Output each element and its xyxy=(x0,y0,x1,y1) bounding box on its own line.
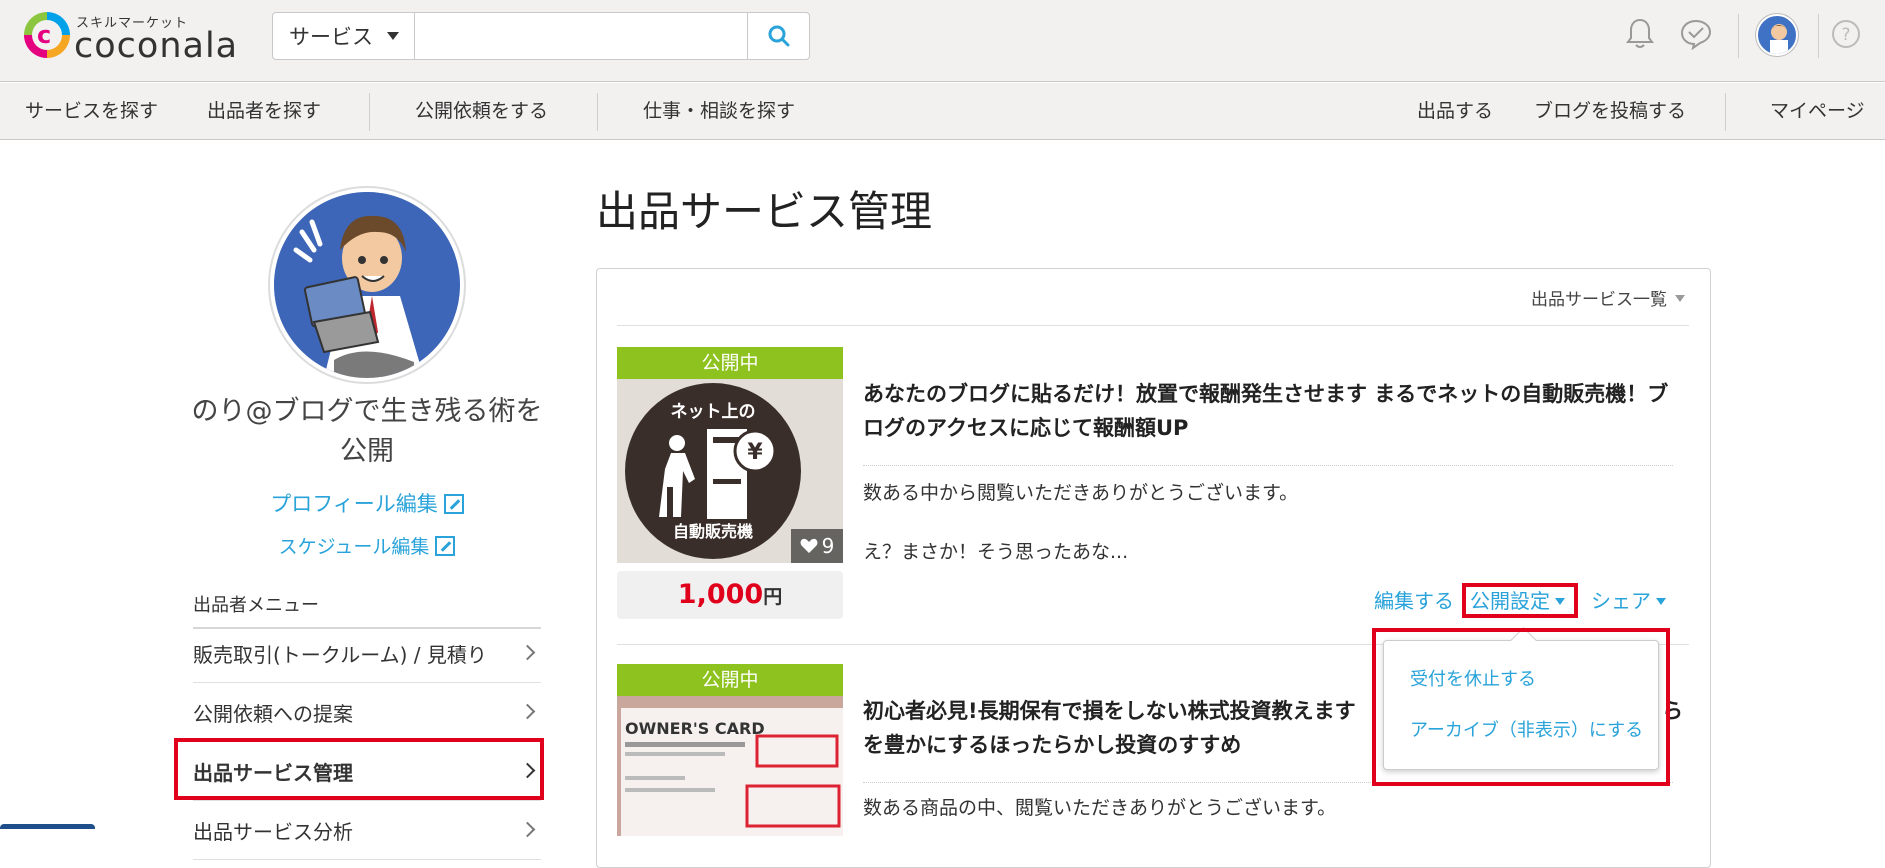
chevron-right-icon xyxy=(519,644,536,661)
publish-settings-label: 公開設定 xyxy=(1470,589,1550,613)
caret-down-icon xyxy=(387,32,399,40)
search-category-select[interactable]: サービス xyxy=(273,13,415,59)
service-list-select[interactable]: 出品サービス一覧 xyxy=(1531,285,1685,310)
nav-divider xyxy=(1725,93,1726,131)
service-title[interactable]: 初心者必見!長期保有で損をしない株式投資教えます xyxy=(863,694,1356,728)
service-card-thumb[interactable]: 公開中 OWNER'S CARD xyxy=(617,664,843,836)
search-bar: サービス xyxy=(272,12,810,60)
nav-mypage[interactable]: マイページ xyxy=(1770,83,1865,140)
nav-post-blog[interactable]: ブログを投稿する xyxy=(1534,83,1686,140)
price-value: 1,000 xyxy=(677,579,764,610)
thumb-text-top: OWNER'S CARD xyxy=(625,719,765,738)
service-desc-line: 数ある中から閲覧いただきありがとうございます。 xyxy=(863,482,1299,504)
archive-item[interactable]: アーカイブ（非表示）にする xyxy=(1410,716,1643,742)
chevron-right-icon xyxy=(519,821,536,838)
favorite-count-value: 9 xyxy=(821,534,835,558)
search-input[interactable] xyxy=(415,13,747,59)
edit-service-link[interactable]: 編集する xyxy=(1374,585,1454,614)
service-card-thumb[interactable]: 公開中 ネット上の 自動販売機 ¥ 9 1,000円 xyxy=(617,347,843,619)
thumb-text-top: ネット上の xyxy=(671,402,756,422)
search-button[interactable] xyxy=(747,13,809,59)
share-label: シェア xyxy=(1591,589,1651,613)
service-divider xyxy=(863,782,1673,783)
nav-find-sellers[interactable]: 出品者を探す xyxy=(207,83,321,140)
chevron-right-icon xyxy=(519,762,536,779)
profile-avatar[interactable] xyxy=(270,188,464,382)
status-badge: 公開中 xyxy=(617,347,843,379)
publish-settings-menu: 受付を休止する アーカイブ（非表示）にする xyxy=(1383,640,1659,770)
nav-post-request[interactable]: 公開依頼をする xyxy=(415,83,548,140)
feedback-tab[interactable] xyxy=(0,824,95,829)
menu-item-label: 出品サービス分析 xyxy=(193,820,353,844)
publish-settings-dropdown[interactable]: 公開設定 xyxy=(1470,585,1565,614)
menu-item-service-analytics[interactable]: 出品サービス分析 xyxy=(193,802,541,860)
caret-down-icon xyxy=(1555,598,1565,605)
chevron-right-icon xyxy=(519,703,536,720)
price-box: 1,000円 xyxy=(617,571,843,619)
user-name: のり@ブログで生き残る術を公開 xyxy=(191,396,543,467)
global-nav: サービスを探す 出品者を探す 公開依頼をする 仕事・相談を探す 出品する ブログ… xyxy=(0,83,1885,140)
price-unit: 円 xyxy=(763,586,783,608)
nav-divider xyxy=(597,93,598,131)
pause-orders-item[interactable]: 受付を休止する xyxy=(1410,665,1536,691)
status-badge: 公開中 xyxy=(617,664,843,696)
nav-divider xyxy=(369,93,370,131)
message-icon[interactable] xyxy=(1676,14,1716,54)
heart-icon xyxy=(800,538,818,553)
edit-icon xyxy=(443,494,464,514)
notification-bell-icon[interactable] xyxy=(1620,14,1660,54)
favorite-count: 9 xyxy=(791,529,843,563)
menu-item-proposals[interactable]: 公開依頼への提案 xyxy=(193,684,541,742)
menu-item-label: 出品サービス管理 xyxy=(193,761,353,785)
menu-item-label: 販売取引(トークルーム) / 見積り xyxy=(193,643,487,667)
service-title-cont[interactable]: を豊かにするほったらかし投資のすすめ xyxy=(863,728,1241,762)
menu-item-label: 公開依頼への提案 xyxy=(193,702,353,726)
schedule-edit-label: スケジュール編集 xyxy=(278,536,430,558)
edit-icon xyxy=(435,536,456,556)
service-desc-line: 数ある商品の中、閲覧いただきありがとうございます。 xyxy=(863,797,1337,819)
user-avatar[interactable] xyxy=(1756,14,1798,56)
service-title-cut: ら xyxy=(1662,699,1683,723)
caret-down-icon xyxy=(1675,295,1685,302)
svg-text:?: ? xyxy=(1841,25,1850,45)
search-category-label: サービス xyxy=(289,25,373,49)
profile-edit-link[interactable]: プロフィール編集 xyxy=(190,488,544,518)
service-desc-line: え？まさか！そう思ったあな... xyxy=(863,541,1129,563)
nav-find-jobs[interactable]: 仕事・相談を探す xyxy=(643,83,795,140)
help-icon[interactable]: ? xyxy=(1826,14,1866,54)
nav-sell[interactable]: 出品する xyxy=(1417,83,1493,140)
service-thumbnail: OWNER'S CARD xyxy=(617,696,843,836)
search-icon xyxy=(768,25,789,47)
thumb-text-bottom: 自動販売機 xyxy=(673,522,753,541)
logo-text: coconala xyxy=(74,26,239,66)
menu-item-service-management[interactable]: 出品サービス管理 xyxy=(193,743,541,801)
coconala-logo[interactable]: c スキルマーケット coconala xyxy=(24,10,244,72)
page-title: 出品サービス管理 xyxy=(596,187,933,236)
profile-edit-label: プロフィール編集 xyxy=(270,492,438,516)
share-dropdown[interactable]: シェア xyxy=(1591,585,1666,614)
service-thumbnail: ネット上の 自動販売機 ¥ 9 xyxy=(617,379,843,563)
service-list-select-label: 出品サービス一覧 xyxy=(1531,290,1667,310)
nav-find-services[interactable]: サービスを探す xyxy=(25,83,158,140)
caret-down-icon xyxy=(1656,598,1666,605)
schedule-edit-link[interactable]: スケジュール編集 xyxy=(190,532,544,559)
logo-mark-icon: c xyxy=(24,12,70,58)
menu-item-transactions[interactable]: 販売取引(トークルーム) / 見積り xyxy=(193,625,541,683)
panel-header: 出品サービス一覧 xyxy=(617,269,1689,326)
service-divider xyxy=(863,465,1673,466)
header-divider xyxy=(1738,14,1739,58)
header-divider xyxy=(1818,14,1819,58)
service-title[interactable]: あなたのブログに貼るだけ！放置で報酬発生させます まるでネットの自動販売機！ブロ… xyxy=(863,377,1678,445)
header: c スキルマーケット coconala サービス ? xyxy=(0,0,1885,82)
svg-text:¥: ¥ xyxy=(747,440,763,465)
seller-menu-title: 出品者メニュー xyxy=(193,591,541,629)
